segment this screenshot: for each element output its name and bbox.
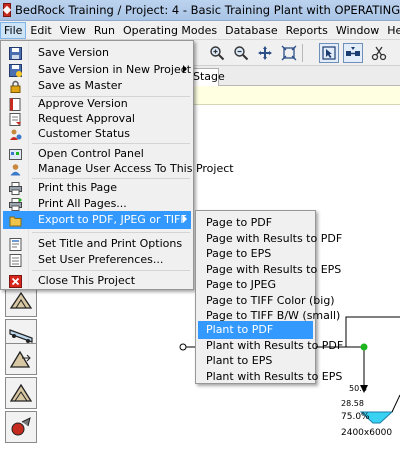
approve-icon (8, 97, 22, 111)
menu-edit[interactable]: Edit (26, 22, 55, 39)
menu-database[interactable]: Database (221, 22, 282, 39)
lock-icon (8, 79, 22, 93)
diagram-value-label: 50.8 (349, 384, 367, 393)
app-icon (3, 3, 11, 17)
print-icon (8, 181, 22, 195)
menu-separator (32, 232, 190, 233)
pan-icon[interactable] (255, 43, 275, 63)
close-project-icon (8, 274, 22, 288)
connect-mode-icon[interactable] (343, 43, 363, 63)
control-panel-icon (8, 147, 22, 161)
title-bar: BedRock Training / Project: 4 - Basic Tr… (0, 0, 400, 21)
title-options-icon (8, 237, 22, 251)
menu-item-close-project[interactable]: Close This Project (3, 272, 191, 290)
select-mode-icon[interactable] (319, 43, 339, 63)
print-all-icon (8, 197, 22, 211)
request-approval-icon (8, 112, 22, 126)
menu-item-customer-status[interactable]: Customer Status (3, 125, 191, 143)
menu-item-export[interactable]: Export to PDF, JPEG or TIFF (3, 211, 191, 229)
menu-item-manage-user-access[interactable]: Manage User Access To This Project (3, 160, 234, 178)
diagram-efficiency-label: 75.0% (341, 412, 370, 422)
menu-run[interactable]: Run (90, 22, 119, 39)
save-icon (8, 46, 22, 60)
zoom-in-icon[interactable] (207, 43, 227, 63)
menu-bar: File Edit View Run Operating Modes Datab… (0, 21, 400, 40)
zoom-out-icon[interactable] (231, 43, 251, 63)
menu-window[interactable]: Window (332, 22, 383, 39)
window-title: BedRock Training / Project: 4 - Basic Tr… (15, 3, 400, 17)
menu-item-save-version[interactable]: Save Version (3, 44, 191, 62)
menu-reports[interactable]: Reports (282, 22, 332, 39)
toolbar-separator (302, 44, 303, 62)
export-icon (8, 213, 22, 227)
submenu-arrow-icon (183, 215, 187, 223)
customer-status-icon (8, 127, 22, 141)
fit-to-window-icon[interactable] (279, 43, 299, 63)
cut-icon[interactable] (369, 43, 389, 63)
export-submenu: Page to PDF Page with Results to PDF Pag… (195, 210, 343, 386)
preferences-icon (8, 253, 22, 267)
menu-item-set-user-preferences[interactable]: Set User Preferences... (3, 251, 191, 269)
diagram-value-label: 28.58 (341, 399, 364, 408)
diagram-size-label: 2400x6000 (341, 428, 393, 438)
menu-help[interactable]: Help (383, 22, 400, 39)
menu-separator (32, 143, 190, 144)
submenu-item-plant-results-to-eps[interactable]: Plant with Results to EPS (198, 368, 342, 386)
menu-separator (32, 270, 190, 271)
menu-item-save-as-master[interactable]: Save as Master (3, 77, 191, 95)
info-bar (189, 86, 400, 105)
menu-file[interactable]: File (0, 21, 27, 39)
save-new-icon (8, 63, 22, 77)
file-menu: Save Version Save Version in New Project… (0, 40, 234, 290)
submenu-arrow-icon (183, 65, 187, 73)
user-access-icon (8, 162, 22, 176)
menu-view[interactable]: View (56, 22, 90, 39)
menu-operating-modes[interactable]: Operating Modes (119, 22, 221, 39)
